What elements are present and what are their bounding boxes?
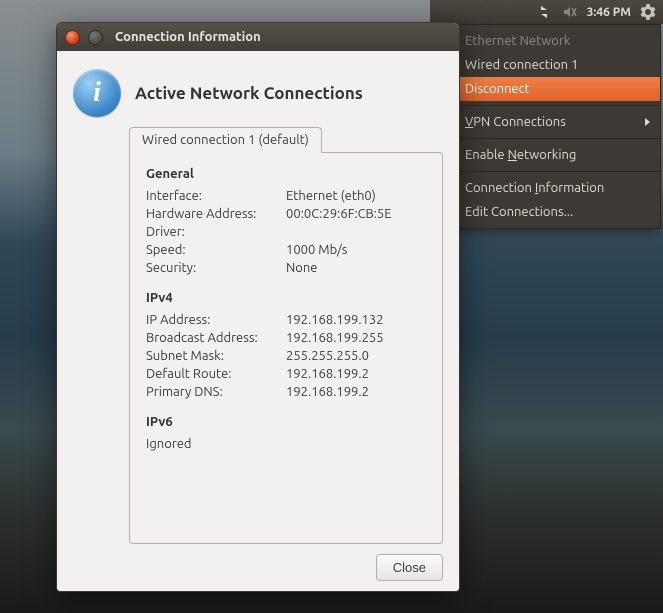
info-key: Primary DNS: (146, 385, 286, 399)
info-row: Primary DNS:192.168.199.2 (146, 383, 426, 401)
info-key: Hardware Address: (146, 207, 286, 221)
info-value: 192.168.199.2 (286, 367, 426, 381)
top-panel: 3:46 PM (430, 0, 663, 24)
section-general: General Interface:Ethernet (eth0)Hardwar… (146, 167, 426, 277)
menu-item-connection-info[interactable]: Connection Information (439, 176, 660, 200)
dialog-header: i Active Network Connections (73, 69, 443, 117)
info-value: 192.168.199.132 (286, 313, 426, 327)
section-title: IPv6 (146, 415, 426, 429)
connection-info-dialog: Connection Information i Active Network … (56, 22, 460, 592)
info-value: 192.168.199.255 (286, 331, 426, 345)
menu-item-disconnect[interactable]: Disconnect (439, 77, 660, 101)
info-row: Speed:1000 Mb/s (146, 241, 426, 259)
info-value: None (286, 261, 426, 275)
info-key: Ignored (146, 437, 286, 451)
volume-icon[interactable] (561, 3, 579, 21)
menu-item-enable-networking-label: Enable Networking (465, 148, 576, 162)
info-key: Subnet Mask: (146, 349, 286, 363)
chevron-right-icon (645, 118, 650, 126)
info-row: Default Route:192.168.199.2 (146, 365, 426, 383)
info-key: Default Route: (146, 367, 286, 381)
menu-item-enable-networking[interactable]: ✔ Enable Networking (439, 143, 660, 167)
dialog-footer: Close (73, 554, 443, 581)
info-row: Hardware Address:00:0C:29:6F:CB:5E (146, 205, 426, 223)
tabs: Wired connection 1 (default) (129, 127, 443, 152)
menu-item-vpn[interactable]: VPN Connections (439, 110, 660, 134)
info-row: Interface:Ethernet (eth0) (146, 187, 426, 205)
section-title: IPv4 (146, 291, 426, 305)
tab-wired[interactable]: Wired connection 1 (default) (129, 127, 322, 153)
info-row: Ignored (146, 435, 426, 453)
menu-separator (439, 138, 660, 139)
menu-separator (439, 171, 660, 172)
network-icon[interactable] (535, 3, 553, 21)
network-menu: Ethernet Network Wired connection 1 Disc… (438, 24, 661, 229)
section-ipv4: IPv4 IP Address:192.168.199.132Broadcast… (146, 291, 426, 401)
info-value (286, 225, 426, 239)
menu-item-vpn-label: VPN Connections (465, 115, 566, 129)
menu-item-wired[interactable]: Wired connection 1 (439, 53, 660, 77)
dialog-content: i Active Network Connections Wired conne… (57, 51, 459, 591)
info-icon: i (73, 69, 121, 117)
info-key: Speed: (146, 243, 286, 257)
titlebar[interactable]: Connection Information (57, 23, 459, 51)
close-button[interactable]: Close (376, 554, 443, 581)
dialog-heading: Active Network Connections (135, 84, 363, 103)
section-title: General (146, 167, 426, 181)
info-row: Subnet Mask:255.255.255.0 (146, 347, 426, 365)
info-value: 00:0C:29:6F:CB:5E (286, 207, 426, 221)
info-value: 192.168.199.2 (286, 385, 426, 399)
info-key: Security: (146, 261, 286, 275)
info-row: Driver: (146, 223, 426, 241)
tab-body: General Interface:Ethernet (eth0)Hardwar… (129, 152, 443, 544)
window-close-button[interactable] (65, 30, 80, 45)
menu-item-edit-connections[interactable]: Edit Connections... (439, 200, 660, 224)
window-minimize-button[interactable] (88, 30, 103, 45)
section-ipv6: IPv6 Ignored (146, 415, 426, 453)
info-row: IP Address:192.168.199.132 (146, 311, 426, 329)
menu-header-ethernet: Ethernet Network (439, 29, 660, 53)
window-title: Connection Information (115, 30, 261, 44)
info-value: 255.255.255.0 (286, 349, 426, 363)
info-key: Broadcast Address: (146, 331, 286, 345)
info-key: IP Address: (146, 313, 286, 327)
info-row: Security:None (146, 259, 426, 277)
info-key: Interface: (146, 189, 286, 203)
gear-icon[interactable] (639, 3, 657, 21)
info-key: Driver: (146, 225, 286, 239)
clock[interactable]: 3:46 PM (587, 6, 631, 19)
info-value (286, 437, 426, 451)
info-row: Broadcast Address:192.168.199.255 (146, 329, 426, 347)
info-value: Ethernet (eth0) (286, 189, 426, 203)
info-value: 1000 Mb/s (286, 243, 426, 257)
menu-separator (439, 105, 660, 106)
